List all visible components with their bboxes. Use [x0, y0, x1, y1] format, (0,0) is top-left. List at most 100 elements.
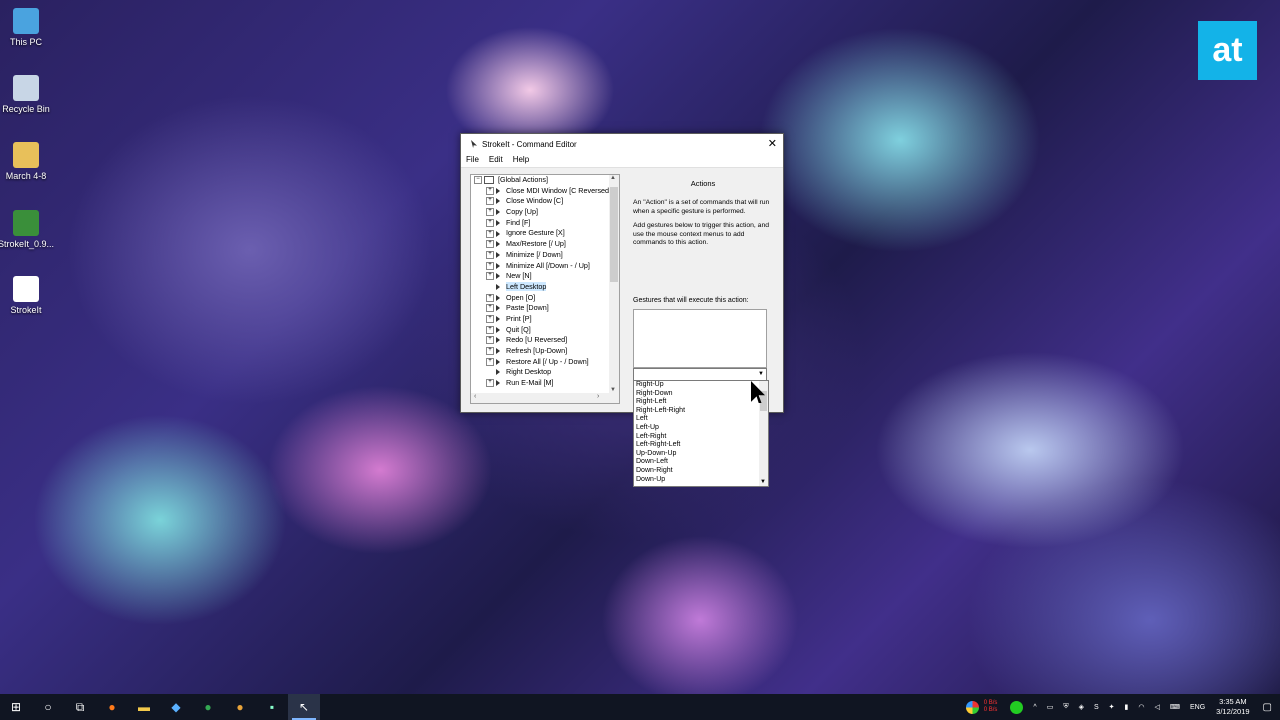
desktop-icon-3[interactable]: StrokeIt_0.9...: [0, 210, 56, 249]
tree-item[interactable]: + Find [F]: [471, 218, 609, 229]
tree-item[interactable]: + Redo [U Reversed]: [471, 335, 609, 346]
tray-app-icon[interactable]: [965, 700, 979, 714]
dropdown-scroll-down-icon[interactable]: ▼: [760, 479, 766, 485]
chrome-icon[interactable]: ●: [192, 694, 224, 720]
chevron-down-icon[interactable]: ▼: [757, 370, 765, 378]
tree-item[interactable]: + New [N]: [471, 271, 609, 282]
scroll-up-icon[interactable]: ▲: [610, 175, 616, 181]
strokeit-taskbar-icon[interactable]: ↖: [288, 694, 320, 720]
collapse-icon[interactable]: −: [474, 176, 482, 185]
tree-item[interactable]: + Print [P]: [471, 314, 609, 325]
tree-item-label: Paste [Down]: [506, 303, 549, 313]
tree-item[interactable]: + Close Window [C]: [471, 196, 609, 207]
clock[interactable]: 3:35 AM 3/12/2019: [1216, 697, 1249, 717]
expand-icon[interactable]: +: [486, 325, 494, 334]
tree-root-global-actions[interactable]: − [Global Actions]: [471, 175, 609, 186]
tree-item[interactable]: + Quit [Q]: [471, 325, 609, 336]
expand-icon[interactable]: +: [486, 208, 494, 217]
cortana-search-icon[interactable]: ○: [32, 694, 64, 720]
chrome-canary-icon[interactable]: ●: [224, 694, 256, 720]
desktop-icon-2[interactable]: March 4-8: [0, 142, 56, 181]
expand-icon[interactable]: +: [486, 197, 494, 206]
scroll-left-icon[interactable]: ‹: [474, 393, 476, 400]
notifications-icon[interactable]: ▢: [1263, 702, 1272, 713]
tree-item[interactable]: Right Desktop: [471, 367, 609, 378]
desktop-icon-4[interactable]: StrokeIt: [0, 276, 56, 315]
scroll-right-icon[interactable]: ›: [597, 393, 599, 400]
action-arrow-icon: [496, 380, 500, 387]
expand-icon[interactable]: +: [486, 293, 494, 302]
scroll-thumb[interactable]: [610, 187, 618, 282]
dropbox-icon[interactable]: ◈: [1079, 703, 1084, 711]
gesture-dropdown-list[interactable]: Right-Up Right-Down Right-Left Right-Left-R…: [633, 380, 769, 487]
expand-icon[interactable]: +: [486, 347, 494, 356]
dropdown-option[interactable]: Down-Right: [634, 467, 768, 476]
menu-edit[interactable]: Edit: [484, 154, 508, 167]
dropdown-option[interactable]: Right-Down: [634, 390, 768, 399]
tree-item[interactable]: + Minimize [/ Down]: [471, 250, 609, 261]
expand-icon[interactable]: +: [486, 304, 494, 313]
gestures-list[interactable]: [633, 309, 767, 368]
file-explorer-icon[interactable]: ▬: [128, 694, 160, 720]
tree-item[interactable]: + Max/Restore [/ Up]: [471, 239, 609, 250]
expand-icon[interactable]: +: [486, 240, 494, 249]
dropdown-option[interactable]: Left-Up: [634, 424, 768, 433]
action-arrow-icon: [496, 358, 500, 365]
expand-icon[interactable]: +: [486, 250, 494, 259]
expand-icon[interactable]: +: [486, 315, 494, 324]
keyboard-icon[interactable]: ⌨: [1170, 703, 1180, 711]
app-icon[interactable]: ▪: [256, 694, 288, 720]
expand-icon[interactable]: +: [486, 186, 494, 195]
tree-horizontal-scrollbar[interactable]: ‹ ›: [471, 393, 619, 403]
title-bar[interactable]: StrokeIt - Command Editor ✕: [461, 134, 783, 154]
start-windows-icon[interactable]: ⊞: [0, 694, 32, 720]
tree-item[interactable]: + Ignore Gesture [X]: [471, 228, 609, 239]
expand-icon[interactable]: +: [486, 261, 494, 270]
tree-vertical-scrollbar[interactable]: ▲ ▼: [609, 175, 619, 393]
language-indicator[interactable]: ENG: [1190, 704, 1205, 711]
firefox-icon[interactable]: ●: [96, 694, 128, 720]
menu-file[interactable]: File: [461, 154, 484, 167]
expand-icon[interactable]: +: [486, 218, 494, 227]
dropdown-option[interactable]: Up-Down-Up: [634, 450, 768, 459]
tray-window-icon[interactable]: ▭: [1047, 703, 1054, 711]
task-view-icon[interactable]: ⧉: [64, 694, 96, 720]
tree-item[interactable]: + Close MDI Window [C Reversed]: [471, 186, 611, 197]
expand-icon[interactable]: +: [486, 229, 494, 238]
tree-item[interactable]: + Paste [Down]: [471, 303, 609, 314]
volume-icon[interactable]: ◁: [1155, 703, 1160, 711]
close-icon[interactable]: ✕: [768, 137, 777, 150]
dropdown-scrollbar[interactable]: ▼: [759, 381, 768, 486]
green-status-icon[interactable]: [1010, 700, 1024, 714]
expand-icon[interactable]: +: [486, 336, 494, 345]
expand-icon[interactable]: +: [486, 272, 494, 281]
menu-help[interactable]: Help: [508, 154, 534, 167]
dropdown-option[interactable]: Down-Up: [634, 476, 768, 485]
battery-icon[interactable]: ▮: [1125, 703, 1129, 711]
security-icon[interactable]: ⛨: [1063, 703, 1068, 711]
actions-tree[interactable]: − [Global Actions] + Close MDI Window [C Re…: [470, 174, 620, 404]
wifi-icon[interactable]: ◠: [1138, 703, 1144, 711]
dropdown-option[interactable]: Left-Right: [634, 433, 768, 442]
dropdown-option[interactable]: Right-Left-Right: [634, 407, 768, 416]
tree-item[interactable]: + Refresh [Up-Down]: [471, 346, 609, 357]
desktop-icon-1[interactable]: Recycle Bin: [0, 75, 56, 114]
dropdown-option[interactable]: Right-Left: [634, 398, 768, 407]
dropdown-option[interactable]: Left-Right-Left: [634, 441, 768, 450]
chevron-up-icon[interactable]: ^: [1033, 704, 1036, 711]
tree-item[interactable]: + Run E-Mail [M]: [471, 378, 609, 389]
tree-item[interactable]: + Open [O]: [471, 293, 609, 304]
dropdown-option[interactable]: Left: [634, 415, 768, 424]
network-icon[interactable]: ✦: [1109, 703, 1115, 711]
dropdown-option[interactable]: Down-Left: [634, 458, 768, 467]
expand-icon[interactable]: +: [486, 357, 494, 366]
desktop-icon-0[interactable]: This PC: [0, 8, 56, 47]
skype-icon[interactable]: S: [1094, 704, 1099, 711]
tree-item[interactable]: + Copy [Up]: [471, 207, 609, 218]
expand-icon[interactable]: +: [486, 379, 494, 388]
tree-item[interactable]: + Minimize All [/Down - / Up]: [471, 261, 609, 272]
store-icon[interactable]: ◆: [160, 694, 192, 720]
tree-item[interactable]: + Restore All [/ Up - / Down]: [471, 357, 609, 368]
tree-item[interactable]: Left Desktop: [471, 281, 609, 293]
dropdown-option[interactable]: Right-Up: [634, 381, 768, 390]
